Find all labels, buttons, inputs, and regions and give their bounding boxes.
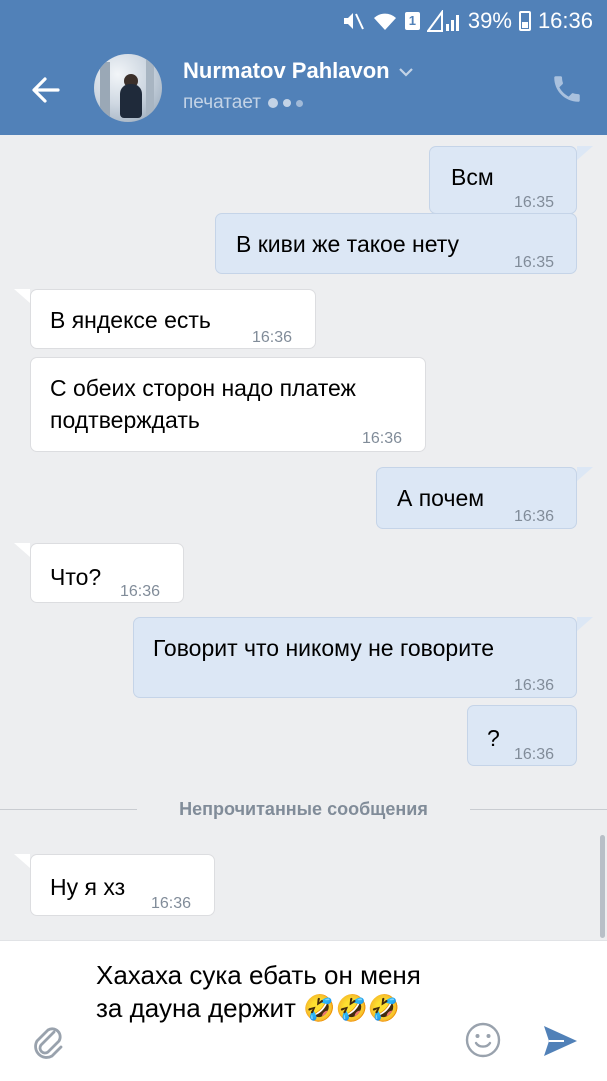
message-bubble-incoming[interactable]: С обеих сторон надо платеж подтверждать … <box>30 357 426 452</box>
bubble-tail <box>14 289 30 303</box>
unread-divider-label: Непрочитанные сообщения <box>159 798 448 820</box>
message-bubble-incoming[interactable]: В яндексе есть 16:36 <box>30 289 316 349</box>
message-text: ? <box>487 725 500 751</box>
clock: 16:36 <box>537 8 593 33</box>
typing-label: печатает <box>183 92 261 113</box>
message-text: В яндексе есть <box>50 307 211 333</box>
send-icon[interactable] <box>540 1021 580 1061</box>
avatar[interactable] <box>94 54 162 122</box>
battery-percent: 39% <box>467 8 512 33</box>
message-text: Говорит что никому не говорите <box>153 635 495 661</box>
mute-icon <box>341 10 365 32</box>
message-text: Ну я хз <box>50 874 126 900</box>
message-text: С обеих сторон надо платеж подтверждать <box>50 375 356 433</box>
message-bubble-outgoing[interactable]: Всм 16:35 <box>429 146 577 214</box>
message-time: 16:36 <box>252 329 293 346</box>
chat-header: Nurmatov Pahlavon печатает <box>0 44 607 135</box>
phone-icon[interactable] <box>550 72 584 106</box>
message-time: 16:36 <box>514 746 555 763</box>
message-text: А почем <box>397 485 485 511</box>
message-bubble-outgoing[interactable]: ? 16:36 <box>467 705 577 766</box>
bubble-tail <box>14 543 30 557</box>
status-bar: 1 39% 16:36 <box>0 0 607 44</box>
message-time: 16:36 <box>514 508 555 525</box>
message-text: Что? <box>50 564 102 590</box>
smile-icon[interactable] <box>464 1021 502 1059</box>
message-list[interactable]: Всм 16:35 В киви же такое нету 16:35 В я… <box>0 135 607 940</box>
bubble-tail <box>577 617 593 631</box>
message-time: 16:36 <box>120 583 161 600</box>
back-arrow-icon[interactable] <box>28 72 64 108</box>
message-bubble-outgoing[interactable]: Говорит что никому не говорите 16:36 <box>133 617 577 698</box>
message-time: 16:35 <box>514 254 555 271</box>
sim-badge: 1 <box>404 12 420 30</box>
chevron-down-icon <box>398 58 414 84</box>
message-text: В киви же такое нету <box>236 231 460 257</box>
unread-divider: Непрочитанные сообщения <box>0 797 607 821</box>
message-bubble-incoming[interactable]: Ну я хз 16:36 <box>30 854 215 916</box>
typing-status: печатает <box>183 92 303 114</box>
contact-name-label: Nurmatov Pahlavon <box>183 58 390 83</box>
bubble-tail <box>577 146 593 160</box>
message-bubble-incoming[interactable]: Что? 16:36 <box>30 543 184 603</box>
bubble-tail <box>577 467 593 481</box>
battery-icon <box>518 11 531 31</box>
contact-name[interactable]: Nurmatov Pahlavon <box>183 58 414 84</box>
signal-icon <box>426 10 461 32</box>
message-bubble-outgoing[interactable]: В киви же такое нету 16:35 <box>215 213 577 274</box>
typing-dots-icon <box>267 98 303 108</box>
bubble-tail <box>14 854 30 868</box>
message-input[interactable]: Хахаха сука ебать он меня за дауна держи… <box>96 959 446 1071</box>
message-time: 16:36 <box>362 430 403 447</box>
scrollbar[interactable] <box>600 835 605 938</box>
wifi-icon <box>372 10 398 32</box>
paperclip-icon[interactable] <box>28 1021 68 1061</box>
message-text: Всм <box>451 164 494 190</box>
message-time: 16:36 <box>151 895 192 912</box>
message-bubble-outgoing[interactable]: А почем 16:36 <box>376 467 577 529</box>
message-composer: Хахаха сука ебать он меня за дауна держи… <box>0 940 607 1081</box>
message-time: 16:36 <box>514 677 555 694</box>
